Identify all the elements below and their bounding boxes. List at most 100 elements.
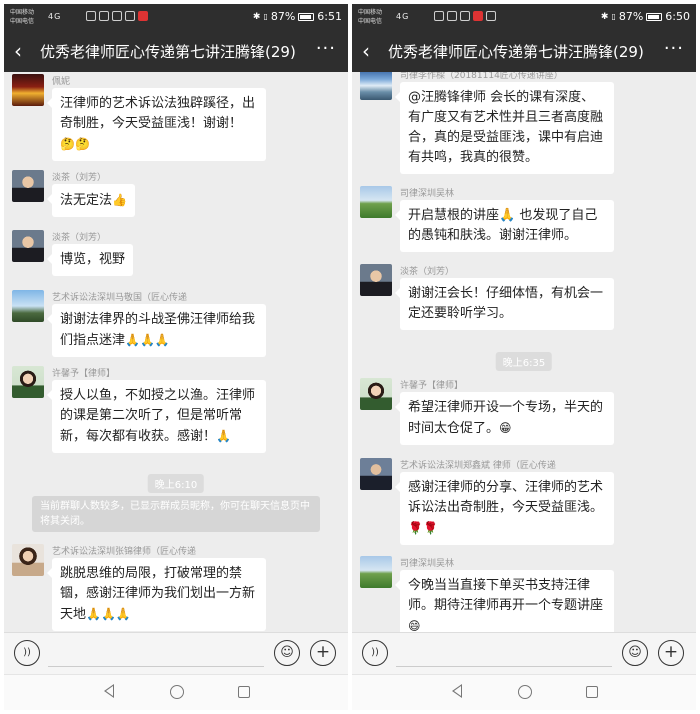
notification-icons xyxy=(434,11,496,21)
avatar[interactable] xyxy=(12,230,44,262)
nav-home-icon[interactable] xyxy=(170,685,184,699)
system-notice: 当前群聊人数较多，已显示群成员昵称，你可在聊天信息页中将其关闭。 xyxy=(32,496,320,532)
app-icon xyxy=(447,11,457,21)
sender-name: 艺术诉讼法深圳马敬国（匠心传递 xyxy=(52,293,188,303)
message-input[interactable] xyxy=(396,639,612,667)
app-icon xyxy=(460,11,470,21)
sender-name: 艺术诉讼法深圳张锦律师（匠心传递 xyxy=(52,547,197,557)
plus-icon[interactable]: + xyxy=(310,640,336,666)
message-input[interactable] xyxy=(48,639,264,667)
avatar[interactable] xyxy=(12,544,44,576)
avatar[interactable] xyxy=(360,458,392,490)
input-bar: )) ☺ + xyxy=(352,632,696,674)
nav-back-icon[interactable] xyxy=(452,684,462,698)
signal-icon: 4G xyxy=(48,12,62,21)
chat-messages[interactable]: 佩妮 汪律师的艺术诉讼法独辟蹊径，出奇制胜，今天受益匪浅！谢谢！ 🤔🤔 淡茶（刘… xyxy=(4,72,348,632)
avatar[interactable] xyxy=(360,186,392,218)
app-icon xyxy=(138,11,148,21)
sender-name: 佩妮 xyxy=(52,77,71,87)
carrier-2: 中国电信 xyxy=(10,18,35,25)
nav-home-icon[interactable] xyxy=(518,685,532,699)
chat-title: 优秀老律师匠心传递第七讲汪腾锋(29) xyxy=(40,43,296,61)
message-bubble[interactable]: 感谢汪律师的分享、汪律师的艺术诉讼法出奇制胜，今天受益匪浅。🌹🌹 xyxy=(395,472,614,545)
sender-name: 许馨予【律师】 xyxy=(52,369,116,379)
status-bar: 中国移动 中国电信 4G ✱ ▯ 87% 6:51 xyxy=(4,4,348,32)
avatar[interactable] xyxy=(360,556,392,588)
carrier-labels: 中国移动 中国电信 xyxy=(10,8,34,26)
chat-messages[interactable]: 司律李作樑（20181114匠心传递讲座） @汪腾锋律师 会长的课有深度、有广度… xyxy=(352,72,696,632)
nav-back-icon[interactable] xyxy=(104,684,114,698)
carrier-labels: 中国移动 中国电信 xyxy=(358,8,382,26)
app-icon xyxy=(473,11,483,21)
more-icon[interactable]: ··· xyxy=(664,38,684,59)
battery-icon xyxy=(646,12,663,21)
time-divider: 晚上6:35 xyxy=(495,352,553,371)
back-icon[interactable]: ‹ xyxy=(14,40,22,62)
avatar[interactable] xyxy=(12,170,44,202)
bluetooth-icon: ✱ xyxy=(252,11,261,22)
emoji-icon[interactable]: ☺ xyxy=(622,640,648,666)
sender-name: 许馨予【律师】 xyxy=(400,381,464,391)
sender-name: 司律深圳吴林 xyxy=(400,559,455,569)
time-divider: 晚上6:10 xyxy=(147,474,205,493)
carrier-1: 中国移动 xyxy=(10,9,35,16)
sender-name: 司律深圳吴林 xyxy=(400,189,455,199)
app-icon xyxy=(86,11,96,21)
message-bubble[interactable]: 谢谢汪会长！仔细体悟，有机会一定还要聆听学习。 xyxy=(395,278,614,330)
message-bubble[interactable]: 授人以鱼，不如授之以渔。汪律师的课是第二次听了，但是常听常新，每次都有收获。感谢… xyxy=(47,380,266,453)
sender-name: 淡茶（刘芳） xyxy=(400,267,455,277)
chat-header: ‹ 优秀老律师匠心传递第七讲汪腾锋(29) ··· xyxy=(4,32,348,72)
bluetooth-icon: ✱ xyxy=(600,11,609,22)
battery-icon xyxy=(298,12,315,21)
message-bubble[interactable]: 开启慧根的讲座🙏 也发现了自己的愚钝和肤浅。谢谢汪律师。 xyxy=(395,200,614,252)
plus-icon[interactable]: + xyxy=(658,640,684,666)
battery-percent: 87% xyxy=(270,10,296,23)
nav-recent-icon[interactable] xyxy=(586,686,598,698)
message-bubble[interactable]: 汪律师的艺术诉讼法独辟蹊径，出奇制胜，今天受益匪浅！谢谢！ 🤔🤔 xyxy=(47,88,266,161)
clock: 6:50 xyxy=(665,10,690,23)
app-icon xyxy=(112,11,122,21)
status-right: ✱ ▯ 87% 6:50 xyxy=(601,10,690,23)
notification-icons xyxy=(86,11,148,21)
chat-title: 优秀老律师匠心传递第七讲汪腾锋(29) xyxy=(388,43,644,61)
message-bubble[interactable]: 希望汪律师开设一个专场，半天的时间太仓促了。😁 xyxy=(395,392,614,445)
sender-name: 淡茶（刘芳） xyxy=(52,233,107,243)
message-bubble[interactable]: 博览，视野 xyxy=(46,244,134,276)
clock: 6:51 xyxy=(317,10,342,23)
input-bar: )) ☺ + xyxy=(4,632,348,674)
signal-icon: 4G xyxy=(396,12,410,21)
vibrate-icon: ▯ xyxy=(611,12,616,21)
avatar[interactable] xyxy=(12,74,44,106)
phone-screen-left: 中国移动 中国电信 4G ✱ ▯ 87% 6:51 ‹ 优秀老律师匠心传递第七讲… xyxy=(4,4,348,710)
carrier-1: 中国移动 xyxy=(358,9,383,16)
nav-recent-icon[interactable] xyxy=(238,686,250,698)
system-nav-bar xyxy=(4,674,348,710)
avatar[interactable] xyxy=(360,378,392,410)
status-right: ✱ ▯ 87% 6:51 xyxy=(253,10,342,23)
battery-percent: 87% xyxy=(618,10,644,23)
app-icon xyxy=(99,11,109,21)
back-icon[interactable]: ‹ xyxy=(362,40,370,62)
carrier-2: 中国电信 xyxy=(358,18,383,25)
message-bubble[interactable]: 跳脱思维的局限，打破常理的禁锢，感谢汪律师为我们划出一方新天地🙏🙏🙏 xyxy=(47,558,266,631)
voice-icon[interactable]: )) xyxy=(362,640,388,666)
phone-screen-right: 中国移动 中国电信 4G ✱ ▯ 87% 6:50 ‹ 优秀老律师匠心传递第七讲… xyxy=(352,4,696,710)
status-bar: 中国移动 中国电信 4G ✱ ▯ 87% 6:50 xyxy=(352,4,696,32)
sender-name: 艺术诉讼法深圳郑鑫斌 律师（匠心传递 xyxy=(400,461,556,471)
more-icon[interactable]: ··· xyxy=(316,38,336,59)
message-bubble[interactable]: 法无定法👍 xyxy=(47,184,135,217)
message-bubble[interactable]: 谢谢法律界的斗战圣佛汪律师给我们指点迷津🙏🙏🙏 xyxy=(47,304,266,357)
app-icon xyxy=(486,11,496,21)
message-bubble[interactable]: @汪腾锋律师 会长的课有深度、有广度又有艺术性并且三者高度融合，真的是受益匪浅，… xyxy=(395,82,614,174)
emoji-icon[interactable]: ☺ xyxy=(274,640,300,666)
app-icon xyxy=(434,11,444,21)
message-bubble[interactable]: 今晚当当直接下单买书支持汪律师。期待汪律师再开一个专题讲座😄 xyxy=(395,570,614,632)
avatar[interactable] xyxy=(360,264,392,296)
avatar[interactable] xyxy=(12,366,44,398)
avatar[interactable] xyxy=(360,72,392,100)
chat-header: ‹ 优秀老律师匠心传递第七讲汪腾锋(29) ··· xyxy=(352,32,696,72)
system-nav-bar xyxy=(352,674,696,710)
voice-icon[interactable]: )) xyxy=(14,640,40,666)
avatar[interactable] xyxy=(12,290,44,322)
sender-name: 淡茶（刘芳） xyxy=(52,173,107,183)
